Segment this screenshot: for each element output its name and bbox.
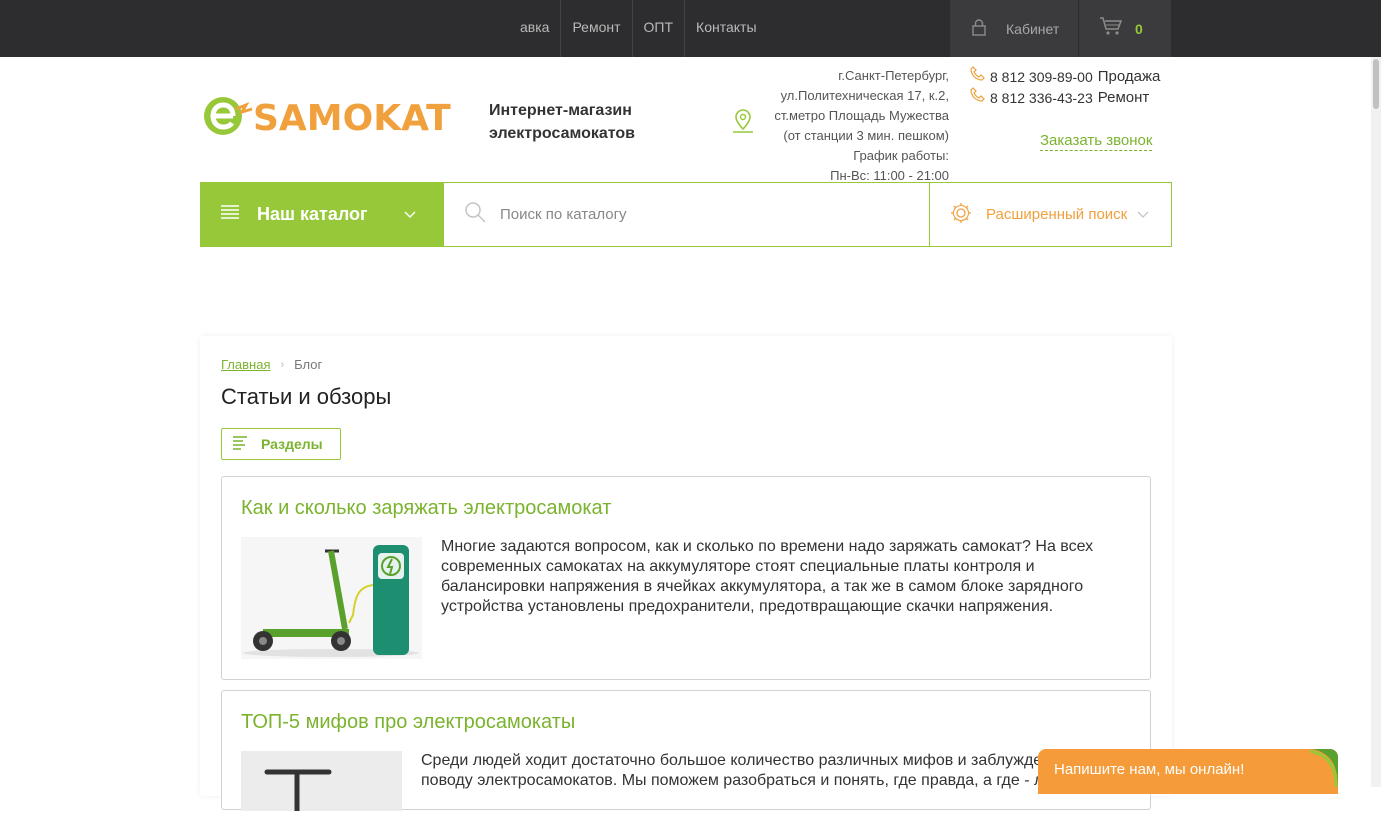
phone-number[interactable]: 8 812 336-43-23 — [990, 88, 1093, 108]
chat-widget-tab[interactable]: Напишите нам, мы онлайн! — [1038, 749, 1338, 794]
excerpt-line: поводу электросамокатов. Мы поможем разо… — [421, 772, 1044, 789]
breadcrumb-separator-icon: › — [280, 358, 285, 371]
scrollbar-thumb[interactable] — [1373, 59, 1379, 109]
phone-icon — [969, 87, 985, 108]
store-address: г.Санкт-Петербург, ул.Политехническая 17… — [752, 66, 949, 186]
search-input[interactable] — [500, 206, 900, 223]
topnav-item-repair[interactable]: Ремонт — [560, 0, 631, 57]
phone-number[interactable]: 8 812 309-89-00 — [990, 67, 1093, 87]
article-title[interactable]: Как и сколько заряжать электросамокат — [241, 497, 611, 520]
article-image[interactable] — [241, 537, 422, 659]
cart-button[interactable]: 0 — [1079, 0, 1171, 57]
catalog-menu-button[interactable]: Наш каталог — [201, 183, 444, 246]
advanced-search-label: Расширенный поиск — [986, 206, 1128, 223]
callback-link[interactable]: Заказать звонок — [1040, 132, 1153, 151]
blog-content: Главная › Блог Статьи и обзоры Разделы К… — [200, 336, 1172, 811]
breadcrumb: Главная › Блог — [221, 357, 322, 372]
address-line: ст.метро Площадь Мужества — [774, 108, 949, 123]
advanced-search-button[interactable]: Расширенный поиск — [929, 183, 1171, 246]
menu-icon — [221, 205, 239, 224]
article-excerpt: Многие задаются вопросом, как и сколько … — [441, 538, 1094, 615]
chevron-down-icon — [404, 206, 416, 224]
tagline-line1: Интернет-магазин — [489, 102, 632, 119]
list-icon — [233, 435, 249, 453]
gear-icon — [950, 202, 972, 228]
address-line: г.Санкт-Петербург, — [838, 68, 949, 83]
phone-icon — [969, 66, 985, 87]
topnav-item-contacts[interactable]: Контакты — [684, 0, 767, 57]
article-image[interactable] — [241, 751, 402, 811]
breadcrumb-home[interactable]: Главная — [221, 357, 270, 372]
article-excerpt: Среди людей ходит достаточно большое кол… — [421, 751, 1141, 791]
leaf-icon — [1308, 749, 1338, 794]
logo-text: SAMOKAT — [253, 98, 451, 139]
chat-label: Напишите нам, мы онлайн! — [1054, 761, 1245, 778]
phone-label: Продажа — [1097, 67, 1161, 85]
topnav-item-partial[interactable]: авка — [514, 0, 560, 57]
phone-label: Ремонт — [1097, 88, 1150, 106]
cart-count: 0 — [1135, 20, 1143, 37]
address-line: ул.Политехническая 17, к.2, — [780, 88, 949, 103]
excerpt-line: Среди людей ходит достаточно большое кол… — [421, 752, 1043, 769]
catalog-bar: Наш каталог Расширенный поиск — [200, 182, 1172, 247]
top-nav: авка Ремонт ОПТ Контакты — [514, 0, 768, 57]
phone-row-sales: 8 812 309-89-00 Продажа — [969, 66, 1160, 87]
catalog-label: Наш каталог — [257, 204, 368, 224]
phone-block: 8 812 309-89-00 Продажа 8 812 336-43-23 … — [969, 66, 1160, 108]
phone-row-repair: 8 812 336-43-23 Ремонт — [969, 87, 1160, 108]
site-logo[interactable]: SAMOKAT — [203, 92, 455, 140]
sections-button[interactable]: Разделы — [221, 428, 341, 460]
article-card[interactable]: ТОП-5 мифов про электросамокаты Среди лю… — [221, 690, 1151, 811]
sections-label: Разделы — [261, 436, 323, 452]
schedule-label: График работы: — [853, 148, 949, 163]
site-tagline: Интернет-магазин электросамокатов — [489, 99, 635, 145]
article-title[interactable]: ТОП-5 мифов про электросамокаты — [241, 711, 575, 734]
article-card[interactable]: Как и сколько заряжать электросамокат Мн… — [221, 476, 1151, 680]
tagline-line2: электросамокатов — [489, 125, 635, 142]
chevron-down-icon — [1137, 206, 1149, 223]
top-bar: авка Ремонт ОПТ Контакты Кабинет 0 — [0, 0, 1381, 57]
cabinet-button[interactable]: Кабинет — [950, 0, 1078, 57]
address-line: (от станции 3 мин. пешком) — [783, 128, 949, 143]
search-area — [444, 183, 929, 246]
topnav-item-wholesale[interactable]: ОПТ — [631, 0, 685, 57]
search-icon — [464, 201, 486, 228]
page-scrollbar[interactable] — [1371, 57, 1381, 787]
lock-icon — [972, 18, 986, 39]
breadcrumb-current: Блог — [294, 357, 323, 372]
cart-icon — [1099, 16, 1123, 41]
cabinet-label: Кабинет — [1006, 20, 1060, 37]
page-title: Статьи и обзоры — [221, 384, 392, 409]
